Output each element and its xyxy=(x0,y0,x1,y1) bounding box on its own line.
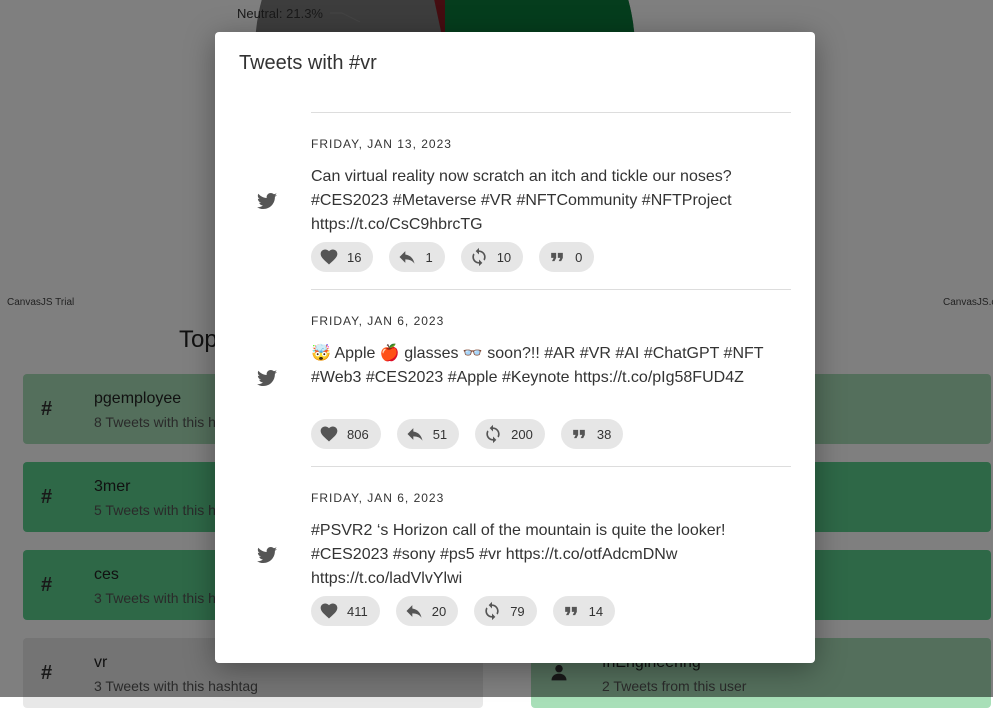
twitter-icon xyxy=(257,192,277,209)
tweet-item: FRIDAY, JAN 6, 2023 #PSVR2 ‘s Horizon ca… xyxy=(257,466,791,644)
retweet-icon xyxy=(485,601,499,621)
quote-button[interactable]: 0 xyxy=(539,242,595,272)
reply-icon xyxy=(406,605,422,618)
quote-button[interactable]: 14 xyxy=(552,596,616,626)
reply-count: 20 xyxy=(431,603,447,619)
heart-icon xyxy=(320,426,338,442)
quote-icon xyxy=(573,429,585,439)
tweets-modal: Tweets with #vr FRIDAY, JAN 13, 2023 Can… xyxy=(215,32,815,663)
like-button[interactable]: 16 xyxy=(311,242,374,272)
retweet-count: 200 xyxy=(511,426,533,442)
quote-icon xyxy=(564,606,577,616)
retweet-button[interactable]: 10 xyxy=(460,242,524,272)
quote-button[interactable]: 38 xyxy=(560,419,624,449)
quote-count: 14 xyxy=(588,603,604,619)
reply-count: 1 xyxy=(425,249,433,265)
reply-icon xyxy=(399,251,415,264)
retweet-icon xyxy=(472,247,486,267)
reply-button[interactable]: 1 xyxy=(389,242,445,272)
reply-count: 51 xyxy=(432,426,448,442)
like-count: 806 xyxy=(347,426,369,442)
tweet-text: 🤯 Apple 🍎 glasses 👓 soon?!! #AR #VR #AI … xyxy=(311,345,764,386)
tweet-date: FRIDAY, JAN 6, 2023 xyxy=(311,491,445,505)
heart-icon xyxy=(320,603,338,619)
modal-title: Tweets with #vr xyxy=(239,52,377,74)
twitter-icon xyxy=(257,369,277,386)
retweet-icon xyxy=(486,424,500,444)
retweet-button[interactable]: 79 xyxy=(474,596,537,626)
tweet-item: FRIDAY, JAN 13, 2023 Can virtual reality… xyxy=(257,112,791,290)
twitter-icon xyxy=(257,546,277,563)
reply-button[interactable]: 51 xyxy=(396,419,460,449)
quote-count: 0 xyxy=(575,249,583,265)
tweet-text: #PSVR2 ‘s Horizon call of the mountain i… xyxy=(311,522,726,587)
tweet-actions: 411 20 79 14 xyxy=(311,596,616,626)
tweet-date: FRIDAY, JAN 13, 2023 xyxy=(311,137,452,151)
tweet-actions: 806 51 200 38 xyxy=(311,419,624,449)
like-count: 411 xyxy=(347,603,368,619)
tweet-text: Can virtual reality now scratch an itch … xyxy=(311,168,732,233)
tweet-item: FRIDAY, JAN 6, 2023 🤯 Apple 🍎 glasses 👓 … xyxy=(257,289,791,467)
quote-count: 38 xyxy=(596,426,612,442)
like-button[interactable]: 806 xyxy=(311,419,381,449)
tweet-actions: 16 1 10 0 xyxy=(311,242,595,272)
reply-button[interactable]: 20 xyxy=(395,596,459,626)
tweet-date: FRIDAY, JAN 6, 2023 xyxy=(311,314,445,328)
quote-icon xyxy=(551,252,564,262)
like-button[interactable]: 411 xyxy=(311,596,380,626)
retweet-button[interactable]: 200 xyxy=(475,419,545,449)
heart-icon xyxy=(320,249,338,265)
retweet-count: 79 xyxy=(510,603,525,619)
reply-icon xyxy=(407,428,423,441)
like-count: 16 xyxy=(347,249,362,265)
retweet-count: 10 xyxy=(496,249,512,265)
